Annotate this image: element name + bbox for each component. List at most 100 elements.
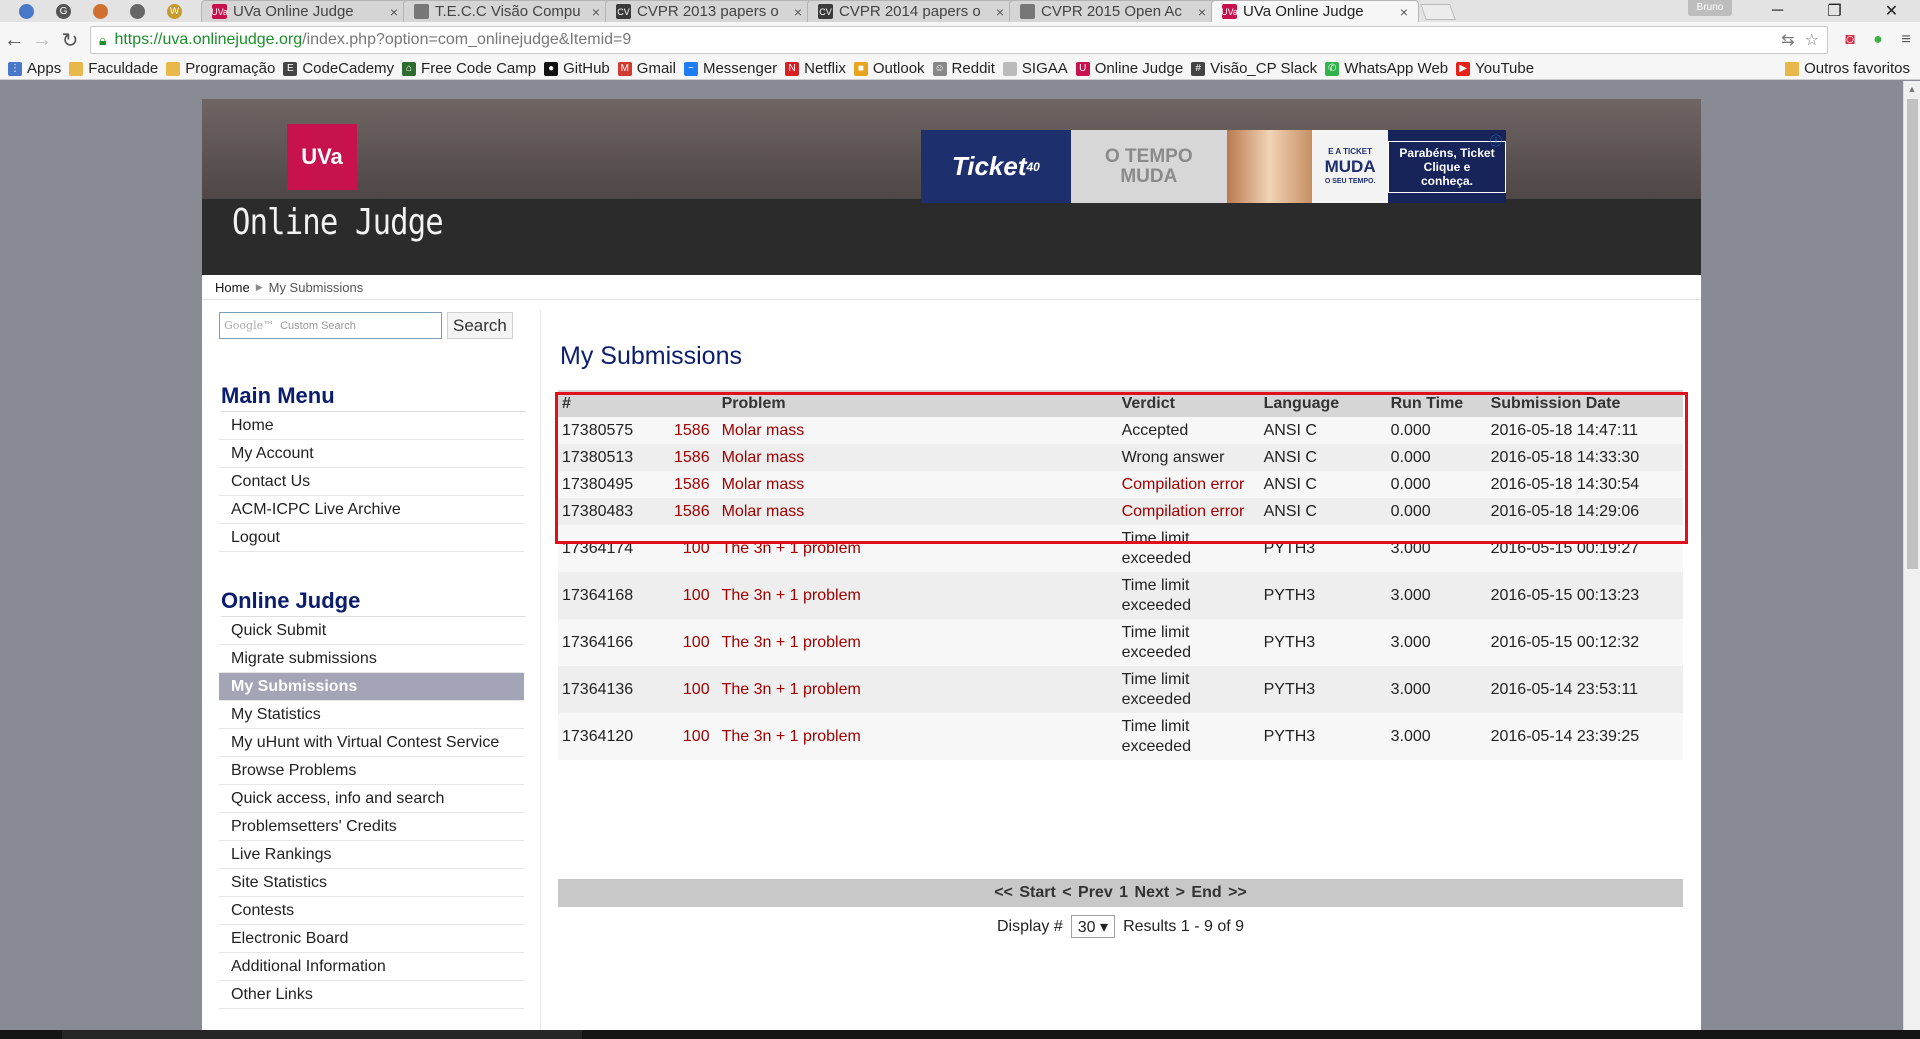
uva-logo[interactable]: UVa [287,124,357,190]
scrollbar-thumb[interactable] [1907,99,1918,569]
problem-title[interactable]: The 3n + 1 problem [717,525,1118,572]
problem-number[interactable]: 1586 [670,417,718,444]
menu-item[interactable]: Electronic Board [219,925,524,953]
menu-item[interactable]: Logout [219,524,524,552]
problem-number[interactable]: 100 [670,572,718,619]
verdict[interactable]: Compilation error [1117,498,1260,525]
minimize-icon[interactable]: ─ [1749,0,1806,22]
browser-tab[interactable]: CVPR 2015 Open Ac × [1009,0,1217,22]
translate-icon[interactable]: ⇆ [1781,30,1794,50]
pinned-tab[interactable]: W [156,0,193,22]
problem-number[interactable]: 1586 [670,498,718,525]
display-select[interactable]: 30 ▾ [1070,915,1116,938]
problem-title[interactable]: The 3n + 1 problem [717,713,1118,760]
bookmark-other[interactable]: Outros favoritos [1785,60,1910,77]
bookmark-item[interactable]: Faculdade [69,60,158,77]
restore-icon[interactable]: ❐ [1806,0,1863,22]
bookmark-item[interactable]: ● GitHub [544,60,610,77]
bookmark-item[interactable]: U Online Judge [1075,60,1183,77]
ad-banner[interactable]: Ticket 40 O TEMPO MUDA E A TICKET MUDA O … [921,130,1506,203]
menu-item[interactable]: My Submissions [219,673,524,701]
browser-tab[interactable]: UVa UVa Online Judge × [201,0,409,22]
profile-button[interactable]: Bruno [1688,0,1732,16]
bookmark-item[interactable]: ~ Messenger [683,60,777,77]
pagination[interactable]: << Start < Prev 1 Next > End >> [558,879,1683,907]
menu-item[interactable]: Home [219,412,524,440]
close-tab-icon[interactable]: × [996,4,1004,20]
breadcrumb-home[interactable]: Home [215,280,250,295]
taskbar-item[interactable] [62,1030,582,1039]
extension-green-icon[interactable]: ● [1864,26,1892,54]
page-scrollbar[interactable]: ▲ [1903,81,1920,1030]
forward-icon[interactable]: → [28,26,56,54]
menu-item[interactable]: Contact Us [219,468,524,496]
browser-tab[interactable]: CV CVPR 2014 papers o × [807,0,1015,22]
bookmark-item[interactable]: Programação [166,60,275,77]
menu-item[interactable]: Live Rankings [219,841,524,869]
bookmark-item[interactable]: ☺ Reddit [932,60,995,77]
address-bar[interactable]: 🔒︎ https://uva.onlinejudge.org /index.ph… [90,26,1828,54]
menu-item[interactable]: My Statistics [219,701,524,729]
bookmark-item[interactable]: ■ Outlook [853,60,925,77]
problem-title[interactable]: Molar mass [717,498,1118,525]
submissions-table: # Problem Verdict Language Run Time Subm… [558,390,1683,760]
bookmark-item[interactable]: E CodeCademy [283,60,394,77]
bookmark-item[interactable]: M Gmail [617,60,676,77]
scroll-up-icon[interactable]: ▲ [1904,81,1920,98]
verdict[interactable]: Compilation error [1117,471,1260,498]
reload-icon[interactable]: ↻ [56,26,84,54]
menu-item[interactable]: Site Statistics [219,869,524,897]
bookmark-item[interactable]: N Netflix [785,60,846,77]
menu-item[interactable]: Migrate submissions [219,645,524,673]
problem-title[interactable]: Molar mass [717,417,1118,444]
menu-item[interactable]: Browse Problems [219,757,524,785]
menu-item[interactable]: Quick access, info and search [219,785,524,813]
close-tab-icon[interactable]: × [1198,4,1206,20]
search-input[interactable]: Google™ Custom Search [219,312,442,339]
menu-item[interactable]: Problemsetters' Credits [219,813,524,841]
menu-item[interactable]: Other Links [219,981,524,1009]
menu-item[interactable]: Additional Information [219,953,524,981]
star-icon[interactable]: ☆ [1805,30,1819,50]
problem-number[interactable]: 1586 [670,471,718,498]
bookmark-item[interactable]: SIGAA [1002,60,1068,77]
browser-tab[interactable]: T.E.C.C Visão Compu × [403,0,611,22]
problem-title[interactable]: The 3n + 1 problem [717,572,1118,619]
problem-number[interactable]: 100 [670,666,718,713]
problem-number[interactable]: 100 [670,619,718,666]
browser-tab[interactable]: UVa UVa Online Judge × [1211,0,1419,22]
pocket-icon[interactable]: ◙ [1836,26,1864,54]
close-window-icon[interactable]: ✕ [1863,0,1920,22]
problem-title[interactable]: The 3n + 1 problem [717,666,1118,713]
close-tab-icon[interactable]: × [1400,4,1408,20]
info-icon[interactable]: ⓘ [1490,132,1502,149]
bookmark-item[interactable]: ⋮ Apps [8,60,61,77]
close-tab-icon[interactable]: × [592,4,600,20]
pinned-tab[interactable] [8,0,45,22]
new-tab-button[interactable] [1420,4,1456,20]
bookmark-item[interactable]: ✆ WhatsApp Web [1325,60,1448,77]
pinned-tab[interactable]: G [45,0,82,22]
problem-title[interactable]: The 3n + 1 problem [717,619,1118,666]
problem-title[interactable]: Molar mass [717,471,1118,498]
close-tab-icon[interactable]: × [390,4,398,20]
menu-item[interactable]: My Account [219,440,524,468]
problem-number[interactable]: 100 [670,525,718,572]
menu-item[interactable]: Quick Submit [219,617,524,645]
problem-number[interactable]: 100 [670,713,718,760]
back-icon[interactable]: ← [0,26,28,54]
menu-icon[interactable]: ≡ [1892,26,1920,54]
bookmark-item[interactable]: ⌂ Free Code Camp [402,60,536,77]
bookmark-item[interactable]: # Visão_CP Slack [1191,60,1317,77]
browser-tab[interactable]: CV CVPR 2013 papers o × [605,0,813,22]
problem-number[interactable]: 1586 [670,444,718,471]
menu-item[interactable]: ACM-ICPC Live Archive [219,496,524,524]
menu-item[interactable]: Contests [219,897,524,925]
problem-title[interactable]: Molar mass [717,444,1118,471]
search-button[interactable]: Search [447,312,513,339]
close-tab-icon[interactable]: × [794,4,802,20]
pinned-tab[interactable] [119,0,156,22]
bookmark-item[interactable]: ▶ YouTube [1456,60,1534,77]
pinned-tab[interactable] [82,0,119,22]
menu-item[interactable]: My uHunt with Virtual Contest Service [219,729,524,757]
